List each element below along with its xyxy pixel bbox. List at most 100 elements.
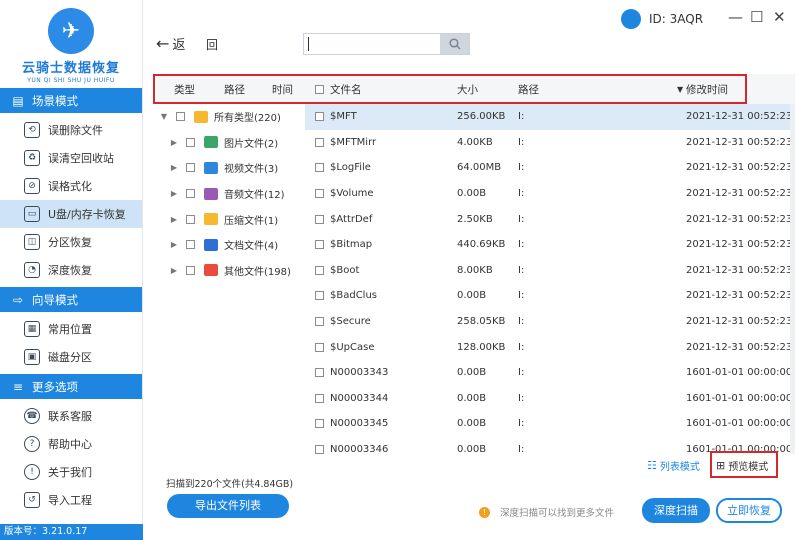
row-checkbox[interactable] [315, 163, 324, 173]
file-path: I: [518, 239, 525, 251]
row-checkbox[interactable] [315, 189, 324, 199]
file-row[interactable]: $Volume 0.00B I: 2021-12-31 00:52:23 [305, 181, 795, 207]
row-checkbox[interactable] [315, 112, 324, 122]
row-checkbox[interactable] [315, 317, 324, 327]
sidebar-item[interactable]: ▣ 磁盘分区 [0, 343, 142, 371]
file-row[interactable]: $LogFile 64.00MB I: 2021-12-31 00:52:23 [305, 155, 795, 181]
user-id[interactable]: ID: 3AQR [621, 9, 703, 29]
tree-item[interactable]: ▼ 所有类型(220) [157, 104, 305, 130]
file-row[interactable]: $Bitmap 440.69KB I: 2021-12-31 00:52:23 [305, 232, 795, 258]
tree-item[interactable]: ▶ 其他文件(198) [157, 258, 305, 284]
sidebar-item[interactable]: ▭ U盘/内存卡恢复 [0, 200, 142, 228]
tree-item[interactable]: ▶ 压缩文件(1) [157, 206, 305, 232]
row-checkbox[interactable] [315, 291, 324, 301]
sidebar-item[interactable]: ! 关于我们 [0, 458, 142, 486]
close-button[interactable]: ✕ [773, 8, 786, 26]
scrollbar[interactable] [790, 104, 795, 454]
file-row[interactable]: N00003343 0.00B I: 1601-01-01 00:00:00 [305, 360, 795, 386]
sidebar-item-label: 磁盘分区 [48, 351, 92, 364]
tree-checkbox[interactable] [186, 137, 195, 147]
file-row[interactable]: $MFTMirr 4.00KB I: 2021-12-31 00:52:23 [305, 130, 795, 156]
expand-icon[interactable]: ▶ [167, 240, 181, 249]
sidebar-item[interactable]: ♻ 误清空回收站 [0, 144, 142, 172]
sidebar-item-icon: ! [24, 464, 40, 480]
file-row[interactable]: $MFT 256.00KB I: 2021-12-31 00:52:23 [305, 104, 795, 130]
file-time: 1601-01-01 00:00:00 [686, 367, 793, 379]
sidebar-item[interactable]: ? 帮助中心 [0, 430, 142, 458]
tree-checkbox[interactable] [186, 240, 195, 250]
sidebar-item[interactable]: ↺ 导入工程 [0, 486, 142, 514]
row-checkbox[interactable] [315, 393, 324, 403]
row-checkbox[interactable] [315, 240, 324, 250]
export-list-button[interactable]: 导出文件列表 [167, 494, 289, 518]
row-checkbox[interactable] [315, 137, 324, 147]
file-time: 1601-01-01 00:00:00 [686, 392, 793, 404]
file-type-icon [204, 238, 218, 251]
list-mode-label: 列表模式 [659, 462, 700, 473]
file-row[interactable]: $BadClus 0.00B I: 2021-12-31 00:52:23 [305, 283, 795, 309]
minimize-button[interactable]: — [728, 8, 743, 26]
file-row[interactable]: N00003344 0.00B I: 1601-01-01 00:00:00 [305, 386, 795, 412]
expand-icon[interactable]: ▼ [157, 112, 171, 121]
recover-button[interactable]: 立即恢复 [716, 498, 782, 523]
deep-scan-button[interactable]: 深度扫描 [642, 498, 710, 523]
row-checkbox[interactable] [315, 342, 324, 352]
sidebar-item[interactable]: ◫ 分区恢复 [0, 228, 142, 256]
file-name: $BadClus [330, 290, 378, 302]
type-tree: ▼ 所有类型(220) ▶ 图片文件(2) ▶ 视频文件(3) ▶ 音频文件(12) ▶ 压缩文件… [157, 104, 305, 454]
expand-icon[interactable]: ▶ [167, 163, 181, 172]
file-time: 2021-12-31 00:52:23 [686, 316, 793, 328]
tree-checkbox[interactable] [186, 189, 195, 199]
section-header: ▤ 场景模式 [0, 88, 142, 113]
tree-checkbox[interactable] [186, 214, 195, 224]
search-icon [448, 38, 461, 50]
expand-icon[interactable]: ▶ [167, 215, 181, 224]
sidebar-item[interactable]: ⟲ 误删除文件 [0, 116, 142, 144]
file-type-icon [204, 161, 218, 174]
file-row[interactable]: $Secure 258.05KB I: 2021-12-31 00:52:23 [305, 309, 795, 335]
sidebar-item[interactable]: ⊘ 误格式化 [0, 172, 142, 200]
back-label-2[interactable]: 回 [206, 36, 218, 53]
expand-icon[interactable]: ▶ [167, 138, 181, 147]
row-checkbox[interactable] [315, 419, 324, 429]
tree-checkbox[interactable] [186, 265, 195, 275]
file-name: $Secure [330, 316, 371, 328]
tree-checkbox[interactable] [176, 112, 185, 122]
section-title: 向导模式 [32, 292, 78, 307]
preview-highlight [710, 451, 778, 478]
tree-label: 图片文件(2) [224, 138, 279, 150]
tree-item[interactable]: ▶ 文档文件(4) [157, 232, 305, 258]
row-checkbox[interactable] [315, 445, 324, 454]
back-button[interactable]: ← 返 [156, 34, 185, 53]
logo-icon: ✈ [48, 8, 94, 54]
tree-item[interactable]: ▶ 图片文件(2) [157, 130, 305, 156]
tip: ! 深度扫描可以找到更多文件 [479, 505, 614, 519]
row-checkbox[interactable] [315, 214, 324, 224]
sidebar-item[interactable]: ☎ 联系客服 [0, 402, 142, 430]
sidebar-item-label: U盘/内存卡恢复 [48, 208, 126, 221]
sidebar-item[interactable]: ◔ 深度恢复 [0, 256, 142, 284]
file-row[interactable]: $UpCase 128.00KB I: 2021-12-31 00:52:23 [305, 334, 795, 360]
expand-icon[interactable]: ▶ [167, 266, 181, 275]
row-checkbox[interactable] [315, 368, 324, 378]
expand-icon[interactable]: ▶ [167, 189, 181, 198]
file-row[interactable]: $AttrDef 2.50KB I: 2021-12-31 00:52:23 [305, 206, 795, 232]
sidebar: ✈ 云骑士数据恢复 YUN QI SHI SHU JU HUIFU ▤ 场景模式 ⟲… [0, 0, 143, 540]
tree-label: 压缩文件(1) [224, 215, 279, 227]
file-path: I: [518, 188, 525, 200]
tree-item[interactable]: ▶ 音频文件(12) [157, 181, 305, 207]
search-input[interactable] [303, 33, 470, 55]
list-mode-button[interactable]: ☷ 列表模式 [647, 458, 700, 473]
search-button[interactable] [440, 34, 469, 54]
sidebar-item[interactable]: ▦ 常用位置 [0, 315, 142, 343]
maximize-button[interactable]: ☐ [750, 8, 763, 26]
sidebar-item-icon: ⟲ [24, 122, 40, 138]
file-path: I: [518, 418, 525, 430]
row-checkbox[interactable] [315, 265, 324, 275]
file-time: 2021-12-31 00:52:23 [686, 111, 793, 123]
tree-checkbox[interactable] [186, 163, 195, 173]
scan-info: 扫描到220个文件(共4.84GB) [166, 479, 294, 490]
file-row[interactable]: $Boot 8.00KB I: 2021-12-31 00:52:23 [305, 258, 795, 284]
file-row[interactable]: N00003345 0.00B I: 1601-01-01 00:00:00 [305, 411, 795, 437]
tree-item[interactable]: ▶ 视频文件(3) [157, 155, 305, 181]
